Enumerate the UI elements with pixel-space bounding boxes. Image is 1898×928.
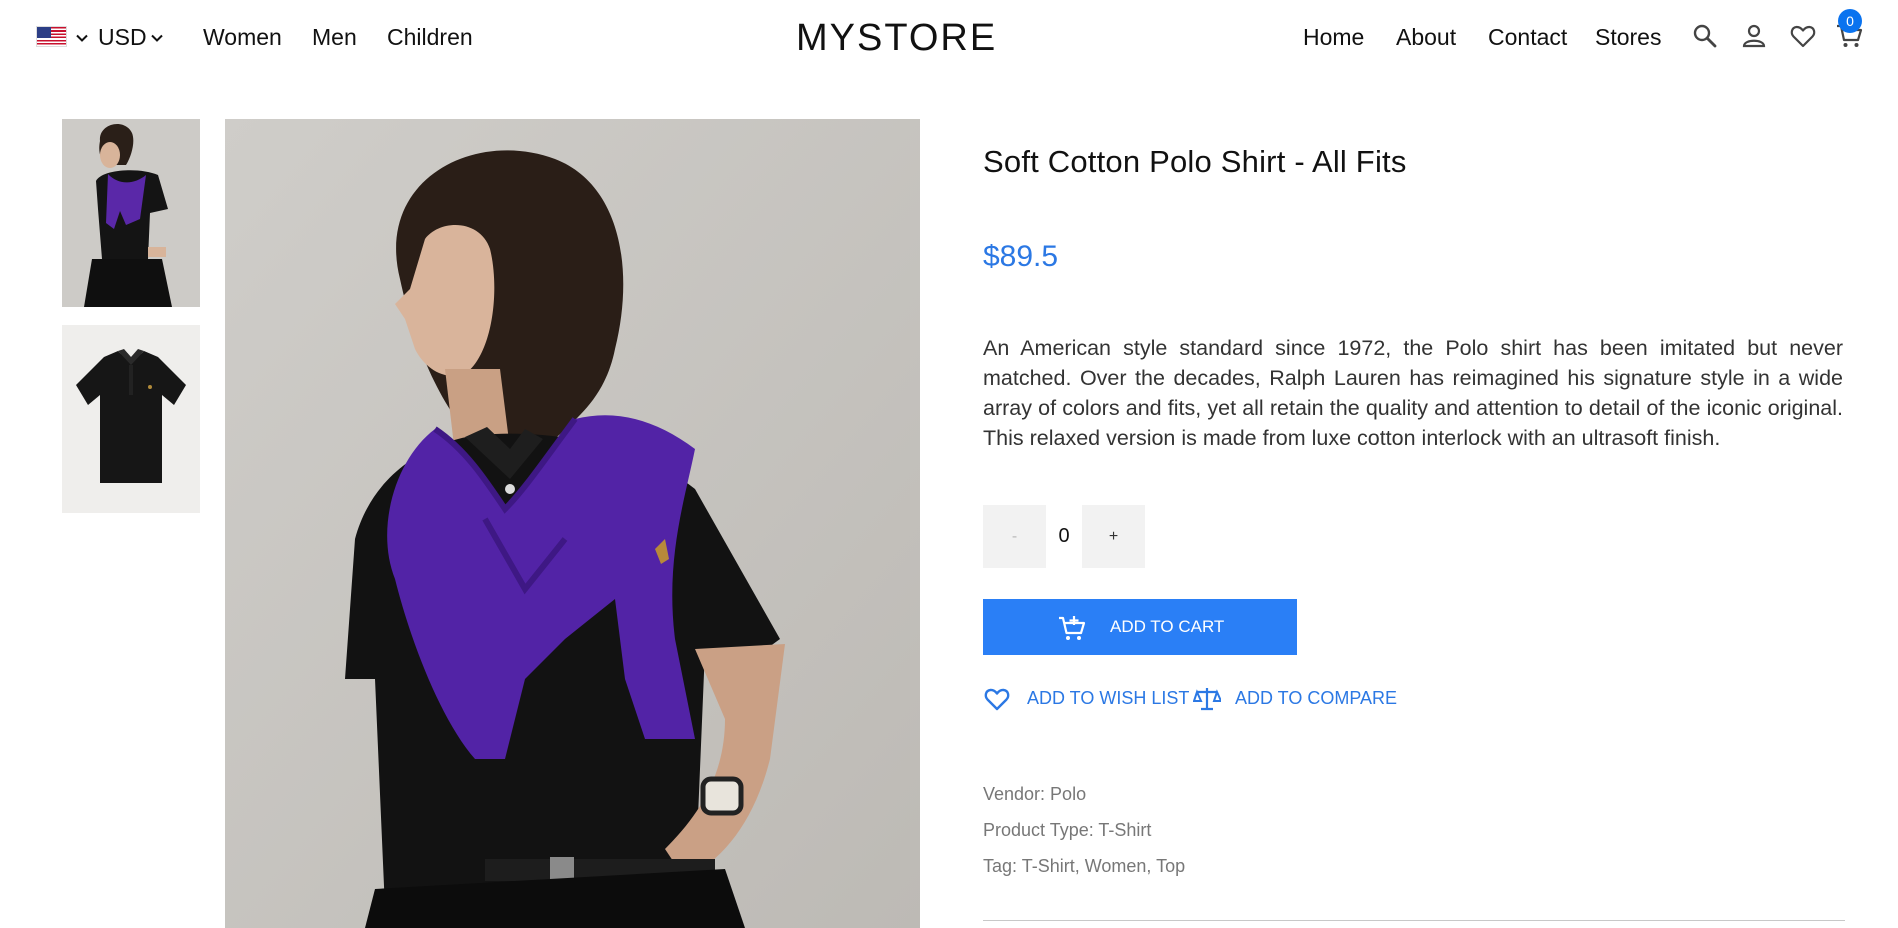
heart-icon[interactable] [1789,22,1817,50]
add-to-wishlist-link[interactable]: ADD TO WISH LIST [1027,688,1189,709]
site-header: USD Women Men Children MYSTORE Home Abou… [0,0,1898,76]
store-logo[interactable]: MYSTORE [796,17,997,60]
product-thumbnail-model[interactable] [62,119,200,307]
us-flag-icon[interactable] [36,26,67,47]
add-to-cart-button[interactable]: ADD TO CART [983,599,1297,655]
chevron-down-icon[interactable] [149,30,165,46]
product-type: Product Type: T-Shirt [983,820,1152,840]
user-icon[interactable] [1740,22,1768,50]
product-vendor: Vendor: Polo [983,784,1087,804]
currency-selector[interactable]: USD [98,24,147,51]
heart-icon[interactable] [983,685,1011,713]
product-title: Soft Cotton Polo Shirt - All Fits [983,144,1407,179]
nav-women[interactable]: Women [203,24,282,51]
add-cart-icon [1057,613,1087,643]
product-description: An American style standard since 1972, t… [983,336,1843,450]
nav-stores[interactable]: Stores [1595,24,1661,51]
add-to-compare-link[interactable]: ADD TO COMPARE [1235,688,1397,709]
quantity-increase-button[interactable]: + [1082,505,1145,568]
nav-home[interactable]: Home [1303,24,1364,51]
product-main-image[interactable] [225,119,920,928]
nav-about[interactable]: About [1396,24,1456,51]
quantity-value[interactable]: 0 [1046,505,1082,568]
nav-men[interactable]: Men [312,24,357,51]
quantity-decrease-button[interactable]: - [983,505,1046,568]
divider [983,920,1845,921]
nav-children[interactable]: Children [387,24,473,51]
nav-contact[interactable]: Contact [1488,24,1567,51]
chevron-down-icon[interactable] [74,30,90,46]
product-price: $89.5 [983,240,1059,273]
add-to-cart-label: ADD TO CART [1110,617,1225,636]
product-thumbnail-shirt[interactable] [62,325,200,513]
product-tags: Tag: T-Shirt, Women, Top [983,856,1186,876]
balance-scale-icon[interactable] [1193,685,1221,713]
cart-count-badge: 0 [1838,9,1862,33]
search-icon[interactable] [1691,22,1719,50]
